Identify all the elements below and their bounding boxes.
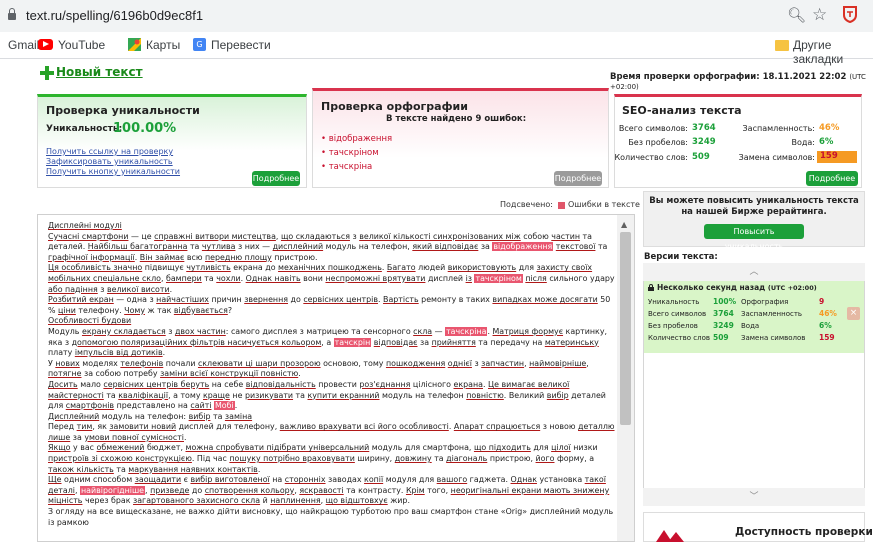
ver-spell-value: 9 — [819, 297, 825, 306]
version-item-title-text: Несколько секунд назад — [657, 283, 766, 292]
spelling-error-text: тачскріна — [328, 162, 373, 172]
bookmark-other[interactable]: Другие закладки — [793, 38, 873, 66]
ver-replace-value: 159 — [819, 333, 835, 342]
bookmark-maps[interactable]: Карты — [146, 38, 180, 52]
versions-down-chevron-icon[interactable]: ﹀ — [643, 488, 865, 506]
ver-chars-label: Всего символов — [648, 310, 707, 318]
ver-nospace-value: 3249 — [713, 321, 734, 330]
seo-words-value: 509 — [692, 152, 710, 162]
ver-uniq-value: 100% — [713, 297, 737, 306]
text-editor[interactable]: Дисплейні модулі Сучасні смартфони — це … — [37, 214, 635, 542]
increase-uniqueness-button[interactable]: Повысить уникальность — [704, 224, 804, 251]
scroll-thumb[interactable] — [620, 232, 631, 425]
promo-text: Вы можете повысить уникальность текста н… — [649, 196, 859, 217]
seo-nospace-value: 3249 — [692, 137, 716, 147]
editor-text[interactable]: Дисплейні модулі Сучасні смартфони — це … — [48, 221, 618, 528]
spelling-found: В тексте найдено 9 ошибок: — [386, 114, 527, 124]
legend-error-swatch — [558, 202, 565, 209]
extension-shield-icon[interactable] — [842, 5, 858, 23]
bookmark-translate[interactable]: Перевести — [211, 38, 271, 52]
zoom-icon[interactable]: 🔍︎ — [787, 6, 806, 24]
get-check-link[interactable]: Получить ссылку на проверку — [46, 147, 173, 156]
check-time: Время проверки орфографии: 18.11.2021 22… — [610, 72, 873, 92]
legend: Подсвечено: — [500, 200, 553, 209]
translate-icon[interactable]: G — [193, 38, 206, 51]
maps-icon[interactable] — [128, 38, 141, 51]
new-text-link[interactable]: Новый текст — [56, 65, 143, 79]
ver-water-value: 6% — [819, 321, 832, 330]
url-text[interactable]: text.ru/spelling/6196b0d9ec8f1 — [26, 8, 203, 23]
spelling-error-item[interactable]: • тачскріна — [321, 162, 372, 172]
spelling-title: Проверка орфографии — [321, 100, 468, 113]
scroll-up-arrow-icon[interactable]: ▲ — [621, 220, 627, 229]
spelling-more-button[interactable]: Подробнее — [554, 171, 602, 186]
fix-uniqueness-link[interactable]: Зафиксировать уникальность — [46, 157, 173, 166]
ver-spam-value: 46% — [819, 309, 837, 318]
ver-nospace-label: Без пробелов — [648, 322, 698, 330]
version-item-title: Несколько секунд назад (UTC +02:00) — [657, 283, 817, 292]
uniqueness-more-button[interactable]: Подробнее — [252, 171, 300, 186]
ver-water-label: Вода — [741, 322, 760, 330]
access-title: Доступность проверки — [735, 526, 873, 538]
version-lock-icon — [648, 284, 654, 291]
bookmark-gmail[interactable]: Gmail — [8, 38, 39, 52]
version-item-tz: (UTC +02:00) — [767, 284, 817, 292]
folder-icon[interactable] — [775, 40, 789, 51]
seo-spam-value: 46% — [819, 123, 840, 133]
seo-nospace-label: Без пробелов: — [628, 138, 688, 147]
uniqueness-title: Проверка уникальности — [46, 104, 200, 117]
plus-icon[interactable] — [40, 66, 54, 80]
seo-water-value: 6% — [819, 137, 834, 147]
ver-words-value: 509 — [713, 333, 729, 342]
spelling-error-text: тачскріном — [328, 148, 379, 158]
ver-spell-label: Орфография — [741, 298, 789, 306]
ver-spam-label: Заспамленность — [741, 310, 803, 318]
seo-words-label: Количество слов: — [614, 153, 688, 162]
version-delete-icon[interactable]: × — [847, 307, 860, 320]
versions-title: Версии текста: — [644, 252, 718, 262]
legend-errors-text: Ошибки в тексте — [568, 200, 640, 209]
seo-more-button[interactable]: Подробнее — [806, 171, 858, 186]
bookmark-youtube[interactable]: YouTube — [58, 38, 105, 52]
seo-water-label: Вода: — [791, 138, 815, 147]
seo-spam-label: Заспамленность: — [742, 124, 815, 133]
ver-chars-value: 3764 — [713, 309, 734, 318]
legend-label: Подсвечено: — [500, 200, 553, 209]
ver-replace-label: Замена символов — [741, 334, 806, 342]
seo-title: SEO-анализ текста — [622, 104, 742, 117]
seo-chars-label: Всего символов: — [618, 124, 688, 133]
ver-uniq-label: Уникальность — [648, 298, 700, 306]
lock-icon[interactable] — [8, 8, 16, 20]
uniqueness-label: Уникальность: — [46, 124, 123, 134]
youtube-icon[interactable] — [38, 39, 53, 50]
spelling-error-text: відображення — [328, 134, 393, 144]
bookmark-star-icon[interactable]: ☆ — [812, 5, 827, 25]
check-time-label: Время проверки орфографии: 18.11.2021 22… — [610, 72, 847, 82]
spelling-error-item[interactable]: • тачскріном — [321, 148, 379, 158]
spelling-error-item[interactable]: • відображення — [321, 134, 392, 144]
uniqueness-value: 100.00% — [113, 121, 177, 136]
ver-words-label: Количество слов — [648, 334, 711, 342]
access-logo-icon — [656, 530, 684, 542]
seo-replace-label: Замена символов: — [738, 153, 815, 162]
seo-chars-value: 3764 — [692, 123, 716, 133]
get-button-link[interactable]: Получить кнопку уникальности — [46, 167, 180, 176]
versions-up-chevron-icon[interactable]: ︿ — [643, 263, 865, 281]
seo-replace-value: 159 — [817, 151, 857, 163]
